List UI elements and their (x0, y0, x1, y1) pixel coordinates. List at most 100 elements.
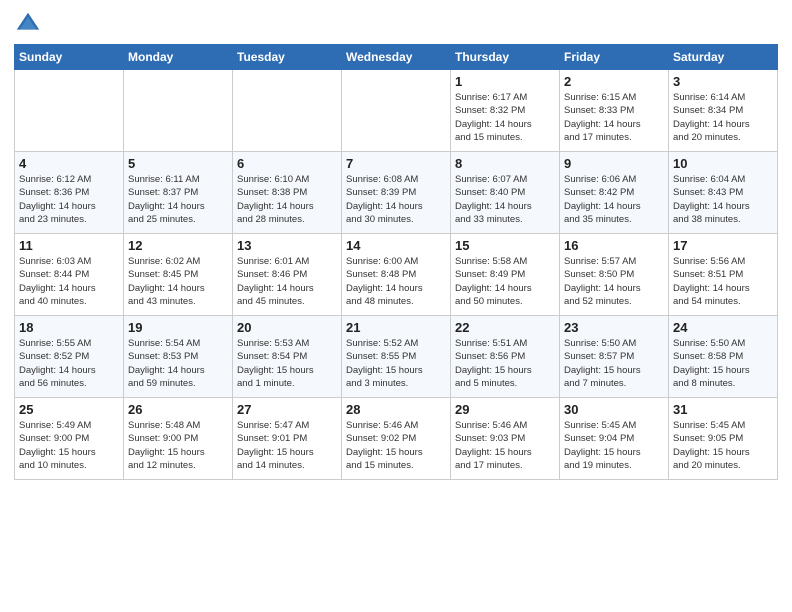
day-cell: 24 Sunrise: 5:50 AM Sunset: 8:58 PM Dayli… (669, 316, 778, 398)
day-number: 10 (673, 156, 773, 171)
day-detail: Sunrise: 5:57 AM Sunset: 8:50 PM Dayligh… (564, 255, 664, 308)
day-cell: 23 Sunrise: 5:50 AM Sunset: 8:57 PM Dayli… (560, 316, 669, 398)
col-header-monday: Monday (124, 45, 233, 70)
day-detail: Sunrise: 5:55 AM Sunset: 8:52 PM Dayligh… (19, 337, 119, 390)
day-number: 31 (673, 402, 773, 417)
day-detail: Sunrise: 6:10 AM Sunset: 8:38 PM Dayligh… (237, 173, 337, 226)
day-detail: Sunrise: 5:53 AM Sunset: 8:54 PM Dayligh… (237, 337, 337, 390)
logo (14, 10, 46, 38)
day-number: 11 (19, 238, 119, 253)
day-detail: Sunrise: 6:04 AM Sunset: 8:43 PM Dayligh… (673, 173, 773, 226)
day-detail: Sunrise: 6:15 AM Sunset: 8:33 PM Dayligh… (564, 91, 664, 144)
day-number: 2 (564, 74, 664, 89)
day-cell: 7 Sunrise: 6:08 AM Sunset: 8:39 PM Daylig… (342, 152, 451, 234)
day-detail: Sunrise: 5:46 AM Sunset: 9:03 PM Dayligh… (455, 419, 555, 472)
day-number: 25 (19, 402, 119, 417)
day-number: 19 (128, 320, 228, 335)
day-detail: Sunrise: 6:17 AM Sunset: 8:32 PM Dayligh… (455, 91, 555, 144)
calendar-table: SundayMondayTuesdayWednesdayThursdayFrid… (14, 44, 778, 480)
day-cell: 25 Sunrise: 5:49 AM Sunset: 9:00 PM Dayli… (15, 398, 124, 480)
col-header-sunday: Sunday (15, 45, 124, 70)
day-cell: 6 Sunrise: 6:10 AM Sunset: 8:38 PM Daylig… (233, 152, 342, 234)
day-detail: Sunrise: 6:03 AM Sunset: 8:44 PM Dayligh… (19, 255, 119, 308)
day-cell: 30 Sunrise: 5:45 AM Sunset: 9:04 PM Dayli… (560, 398, 669, 480)
day-cell (342, 70, 451, 152)
day-number: 3 (673, 74, 773, 89)
day-number: 22 (455, 320, 555, 335)
day-number: 26 (128, 402, 228, 417)
day-number: 5 (128, 156, 228, 171)
day-cell: 31 Sunrise: 5:45 AM Sunset: 9:05 PM Dayli… (669, 398, 778, 480)
col-header-tuesday: Tuesday (233, 45, 342, 70)
day-detail: Sunrise: 5:51 AM Sunset: 8:56 PM Dayligh… (455, 337, 555, 390)
day-number: 24 (673, 320, 773, 335)
day-detail: Sunrise: 6:14 AM Sunset: 8:34 PM Dayligh… (673, 91, 773, 144)
day-cell: 8Sunrise: 6:07 AM Sunset: 8:40 PM Daylig… (451, 152, 560, 234)
day-cell: 4Sunrise: 6:12 AM Sunset: 8:36 PM Daylig… (15, 152, 124, 234)
day-number: 18 (19, 320, 119, 335)
day-cell: 14 Sunrise: 6:00 AM Sunset: 8:48 PM Dayli… (342, 234, 451, 316)
day-detail: Sunrise: 5:45 AM Sunset: 9:04 PM Dayligh… (564, 419, 664, 472)
day-cell: 11 Sunrise: 6:03 AM Sunset: 8:44 PM Dayli… (15, 234, 124, 316)
day-number: 1 (455, 74, 555, 89)
day-number: 12 (128, 238, 228, 253)
day-number: 30 (564, 402, 664, 417)
col-header-saturday: Saturday (669, 45, 778, 70)
day-number: 14 (346, 238, 446, 253)
day-detail: Sunrise: 5:45 AM Sunset: 9:05 PM Dayligh… (673, 419, 773, 472)
day-detail: Sunrise: 6:06 AM Sunset: 8:42 PM Dayligh… (564, 173, 664, 226)
week-row-5: 25 Sunrise: 5:49 AM Sunset: 9:00 PM Dayli… (15, 398, 778, 480)
day-cell: 18 Sunrise: 5:55 AM Sunset: 8:52 PM Dayli… (15, 316, 124, 398)
week-row-3: 11 Sunrise: 6:03 AM Sunset: 8:44 PM Dayli… (15, 234, 778, 316)
logo-icon (14, 10, 42, 38)
day-cell: 13Sunrise: 6:01 AM Sunset: 8:46 PM Dayli… (233, 234, 342, 316)
day-cell: 28Sunrise: 5:46 AM Sunset: 9:02 PM Dayli… (342, 398, 451, 480)
day-detail: Sunrise: 5:54 AM Sunset: 8:53 PM Dayligh… (128, 337, 228, 390)
day-cell: 26Sunrise: 5:48 AM Sunset: 9:00 PM Dayli… (124, 398, 233, 480)
day-cell: 3 Sunrise: 6:14 AM Sunset: 8:34 PM Daylig… (669, 70, 778, 152)
day-detail: Sunrise: 5:56 AM Sunset: 8:51 PM Dayligh… (673, 255, 773, 308)
day-detail: Sunrise: 6:08 AM Sunset: 8:39 PM Dayligh… (346, 173, 446, 226)
day-detail: Sunrise: 5:47 AM Sunset: 9:01 PM Dayligh… (237, 419, 337, 472)
day-number: 20 (237, 320, 337, 335)
day-cell: 22 Sunrise: 5:51 AM Sunset: 8:56 PM Dayli… (451, 316, 560, 398)
day-cell: 2 Sunrise: 6:15 AM Sunset: 8:33 PM Daylig… (560, 70, 669, 152)
day-detail: Sunrise: 5:52 AM Sunset: 8:55 PM Dayligh… (346, 337, 446, 390)
day-number: 4 (19, 156, 119, 171)
day-number: 9 (564, 156, 664, 171)
day-cell: 29 Sunrise: 5:46 AM Sunset: 9:03 PM Dayli… (451, 398, 560, 480)
day-cell: 27 Sunrise: 5:47 AM Sunset: 9:01 PM Dayli… (233, 398, 342, 480)
day-cell: 9 Sunrise: 6:06 AM Sunset: 8:42 PM Daylig… (560, 152, 669, 234)
day-number: 6 (237, 156, 337, 171)
day-number: 29 (455, 402, 555, 417)
day-number: 17 (673, 238, 773, 253)
day-number: 16 (564, 238, 664, 253)
day-cell: 17 Sunrise: 5:56 AM Sunset: 8:51 PM Dayli… (669, 234, 778, 316)
day-cell: 15 Sunrise: 5:58 AM Sunset: 8:49 PM Dayli… (451, 234, 560, 316)
header (14, 10, 778, 38)
col-header-thursday: Thursday (451, 45, 560, 70)
day-number: 21 (346, 320, 446, 335)
day-number: 23 (564, 320, 664, 335)
day-cell (15, 70, 124, 152)
col-header-friday: Friday (560, 45, 669, 70)
day-detail: Sunrise: 6:02 AM Sunset: 8:45 PM Dayligh… (128, 255, 228, 308)
day-cell: 21 Sunrise: 5:52 AM Sunset: 8:55 PM Dayli… (342, 316, 451, 398)
day-headers-row: SundayMondayTuesdayWednesdayThursdayFrid… (15, 45, 778, 70)
week-row-1: 1 Sunrise: 6:17 AM Sunset: 8:32 PM Daylig… (15, 70, 778, 152)
day-number: 27 (237, 402, 337, 417)
day-detail: Sunrise: 5:58 AM Sunset: 8:49 PM Dayligh… (455, 255, 555, 308)
day-number: 28 (346, 402, 446, 417)
day-cell: 10 Sunrise: 6:04 AM Sunset: 8:43 PM Dayli… (669, 152, 778, 234)
day-number: 15 (455, 238, 555, 253)
day-detail: Sunrise: 5:50 AM Sunset: 8:57 PM Dayligh… (564, 337, 664, 390)
day-detail: Sunrise: 5:50 AM Sunset: 8:58 PM Dayligh… (673, 337, 773, 390)
day-cell: 20 Sunrise: 5:53 AM Sunset: 8:54 PM Dayli… (233, 316, 342, 398)
day-cell: 16 Sunrise: 5:57 AM Sunset: 8:50 PM Dayli… (560, 234, 669, 316)
day-cell: 12 Sunrise: 6:02 AM Sunset: 8:45 PM Dayli… (124, 234, 233, 316)
day-detail: Sunrise: 6:00 AM Sunset: 8:48 PM Dayligh… (346, 255, 446, 308)
day-detail: Sunrise: 5:49 AM Sunset: 9:00 PM Dayligh… (19, 419, 119, 472)
day-cell (124, 70, 233, 152)
day-detail: Sunrise: 6:01 AM Sunset: 8:46 PM Dayligh… (237, 255, 337, 308)
day-number: 7 (346, 156, 446, 171)
